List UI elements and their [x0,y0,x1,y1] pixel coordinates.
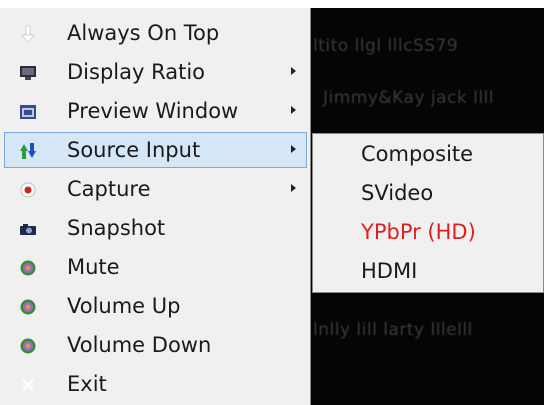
menu-item-exit[interactable]: Exit [4,366,307,402]
submenu-item-composite[interactable]: Composite [313,136,543,174]
menu-item-label: Exit [67,372,107,396]
menu-item-snapshot[interactable]: Snapshot [4,210,307,246]
monitor-icon [20,66,36,80]
menu-item-display-ratio[interactable]: Display Ratio [4,54,307,90]
video-overlay-text: lnlly lill larty lllelll [313,320,473,340]
video-overlay-text: ltito llgl lllcSS79 [313,36,459,56]
submenu-item-ypbpr-hd[interactable]: YPbPr (HD) [313,214,543,252]
record-icon [20,182,36,198]
menu-item-preview-window[interactable]: Preview Window [4,93,307,129]
window-icon [20,105,36,119]
menu-item-label: Volume Down [67,333,212,357]
submenu-item-label: SVideo [361,181,434,205]
menu-item-label: Preview Window [67,99,239,123]
submenu-item-label: Composite [361,142,474,166]
menu-item-label: Capture [67,177,151,201]
menu-item-capture[interactable]: Capture [4,171,307,207]
menu-item-mute[interactable]: Mute [4,249,307,285]
close-x-icon [22,379,34,391]
menu-item-always-on-top[interactable]: Always On Top [4,15,307,51]
menu-item-volume-down[interactable]: Volume Down [4,327,307,363]
swap-arrows-icon [20,143,36,159]
camera-icon [20,224,36,235]
submenu-item-label: YPbPr (HD) [361,220,476,244]
video-overlay-text: Jimmy&Kay jack llll [323,88,495,108]
submenu-item-label: HDMI [361,259,418,283]
submenu-arrow-icon [291,106,296,114]
speaker-icon [20,299,36,315]
menu-item-label: Volume Up [67,294,181,318]
down-arrow-icon [21,25,35,43]
submenu-arrow-icon [291,184,296,192]
menu-item-label: Snapshot [67,216,166,240]
menu-item-volume-up[interactable]: Volume Up [4,288,307,324]
menu-item-label: Source Input [67,138,201,162]
submenu-arrow-icon [291,145,296,153]
menu-item-label: Always On Top [67,21,220,45]
submenu-item-hdmi[interactable]: HDMI [313,253,543,291]
speaker-icon [20,260,36,276]
source-input-submenu: Composite SVideo YPbPr (HD) HDMI [312,133,544,293]
submenu-arrow-icon [291,67,296,75]
menu-item-label: Mute [67,255,120,279]
menu-item-source-input[interactable]: Source Input [4,132,307,168]
menu-item-label: Display Ratio [67,60,205,84]
submenu-item-svideo[interactable]: SVideo [313,175,543,213]
context-menu: Always On Top Display Ratio Preview Wind… [0,8,311,405]
speaker-icon [20,338,36,354]
